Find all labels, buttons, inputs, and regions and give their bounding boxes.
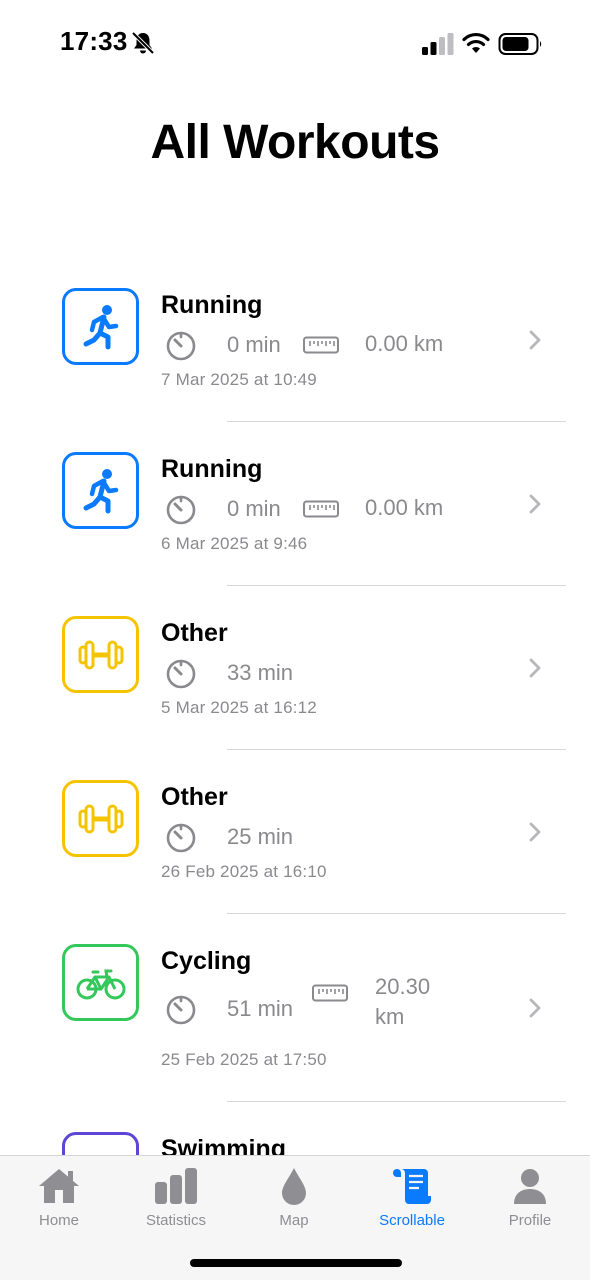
- signal-icon: [422, 33, 454, 55]
- chevron-right-icon: [529, 494, 541, 514]
- workout-name: Running: [161, 291, 263, 319]
- timer-icon: [166, 823, 196, 853]
- row-divider: [227, 749, 566, 750]
- workout-row[interactable]: Running 0 min 0.00 km 7 Mar 2025 at 10:4…: [0, 260, 590, 422]
- chevron-right-icon: [529, 822, 541, 842]
- tab-profile[interactable]: Profile: [475, 1166, 585, 1236]
- status-time: 17:33: [60, 26, 128, 56]
- timer-icon: [166, 995, 196, 1025]
- tab-scrollable[interactable]: Scrollable: [357, 1166, 467, 1236]
- battery-icon: [498, 33, 542, 55]
- workout-list[interactable]: Running 0 min 0.00 km 7 Mar 2025 at 10:4…: [0, 260, 590, 1155]
- date-text: 5 Mar 2025 at 16:12: [161, 698, 317, 717]
- page-title: All Workouts: [150, 116, 440, 169]
- bar-chart-icon: [155, 1168, 197, 1204]
- workout-name: Other: [161, 783, 228, 811]
- tab-home[interactable]: Home: [4, 1166, 114, 1236]
- chevron-right-icon: [529, 330, 541, 350]
- timer-icon: [166, 495, 196, 525]
- workout-row[interactable]: Cycling 51 min 20.30 km 25 Feb 2025 at 1…: [0, 916, 590, 1102]
- running-icon: [62, 288, 139, 365]
- home-indicator[interactable]: [190, 1259, 402, 1267]
- house-icon: [39, 1169, 79, 1203]
- duration-text: 0 min: [227, 496, 281, 521]
- tab-statistics[interactable]: Statistics: [121, 1166, 231, 1236]
- workout-row[interactable]: Other 33 min 5 Mar 2025 at 16:12: [0, 588, 590, 750]
- workout-row[interactable]: Other 25 min 26 Feb 2025 at 16:10: [0, 752, 590, 914]
- wifi-icon: [462, 32, 490, 53]
- row-divider: [227, 913, 566, 914]
- distance-text: 0.00 km: [365, 495, 444, 520]
- chevron-right-icon: [529, 658, 541, 678]
- workout-name: Cycling: [161, 947, 252, 975]
- row-divider: [227, 1101, 566, 1102]
- duration-text: 0 min: [227, 332, 281, 357]
- dumbbell-icon: [62, 780, 139, 857]
- ruler-icon: [303, 500, 339, 518]
- tab-label: Scrollable: [379, 1212, 445, 1229]
- date-text: 7 Mar 2025 at 10:49: [161, 370, 317, 389]
- tab-label: Statistics: [145, 1212, 206, 1229]
- date-text: 6 Mar 2025 at 9:46: [161, 534, 308, 553]
- drop-icon: [282, 1168, 306, 1205]
- tab-label: Map: [279, 1212, 309, 1229]
- dumbbell-icon: [62, 616, 139, 693]
- duration-text: 25 min: [227, 824, 294, 849]
- timer-icon: [166, 659, 196, 689]
- row-divider: [227, 585, 566, 586]
- distance-text: 20.30 km: [375, 974, 431, 1029]
- person-icon: [514, 1169, 546, 1204]
- workout-name: Other: [161, 619, 228, 647]
- tab-label: Profile: [508, 1212, 552, 1229]
- row-divider: [227, 421, 566, 422]
- scroll-icon: [393, 1169, 431, 1204]
- running-icon: [62, 452, 139, 529]
- distance-text: 0.00 km: [365, 331, 444, 356]
- duration-text: 33 min: [227, 660, 294, 685]
- bell-slash-icon: [131, 31, 155, 55]
- date-text: 26 Feb 2025 at 16:10: [161, 862, 327, 881]
- tab-label: Home: [38, 1212, 79, 1229]
- duration-text: 51 min: [227, 996, 294, 1021]
- workout-name: Running: [161, 455, 263, 483]
- workout-name: Swimming: [161, 1135, 287, 1155]
- swimming-icon: [62, 1132, 139, 1155]
- ruler-icon: [303, 336, 339, 354]
- date-text: 25 Feb 2025 at 17:50: [161, 1050, 327, 1069]
- ruler-icon: [312, 984, 348, 1002]
- tab-map[interactable]: Map: [239, 1166, 349, 1236]
- timer-icon: [166, 331, 196, 361]
- workout-row[interactable]: Running 0 min 0.00 km 6 Mar 2025 at 9:46: [0, 424, 590, 586]
- workout-row[interactable]: Swimming: [0, 1104, 590, 1155]
- chevron-right-icon: [529, 998, 541, 1018]
- bicycle-icon: [62, 944, 139, 1021]
- status-bar: 17:33: [0, 0, 590, 88]
